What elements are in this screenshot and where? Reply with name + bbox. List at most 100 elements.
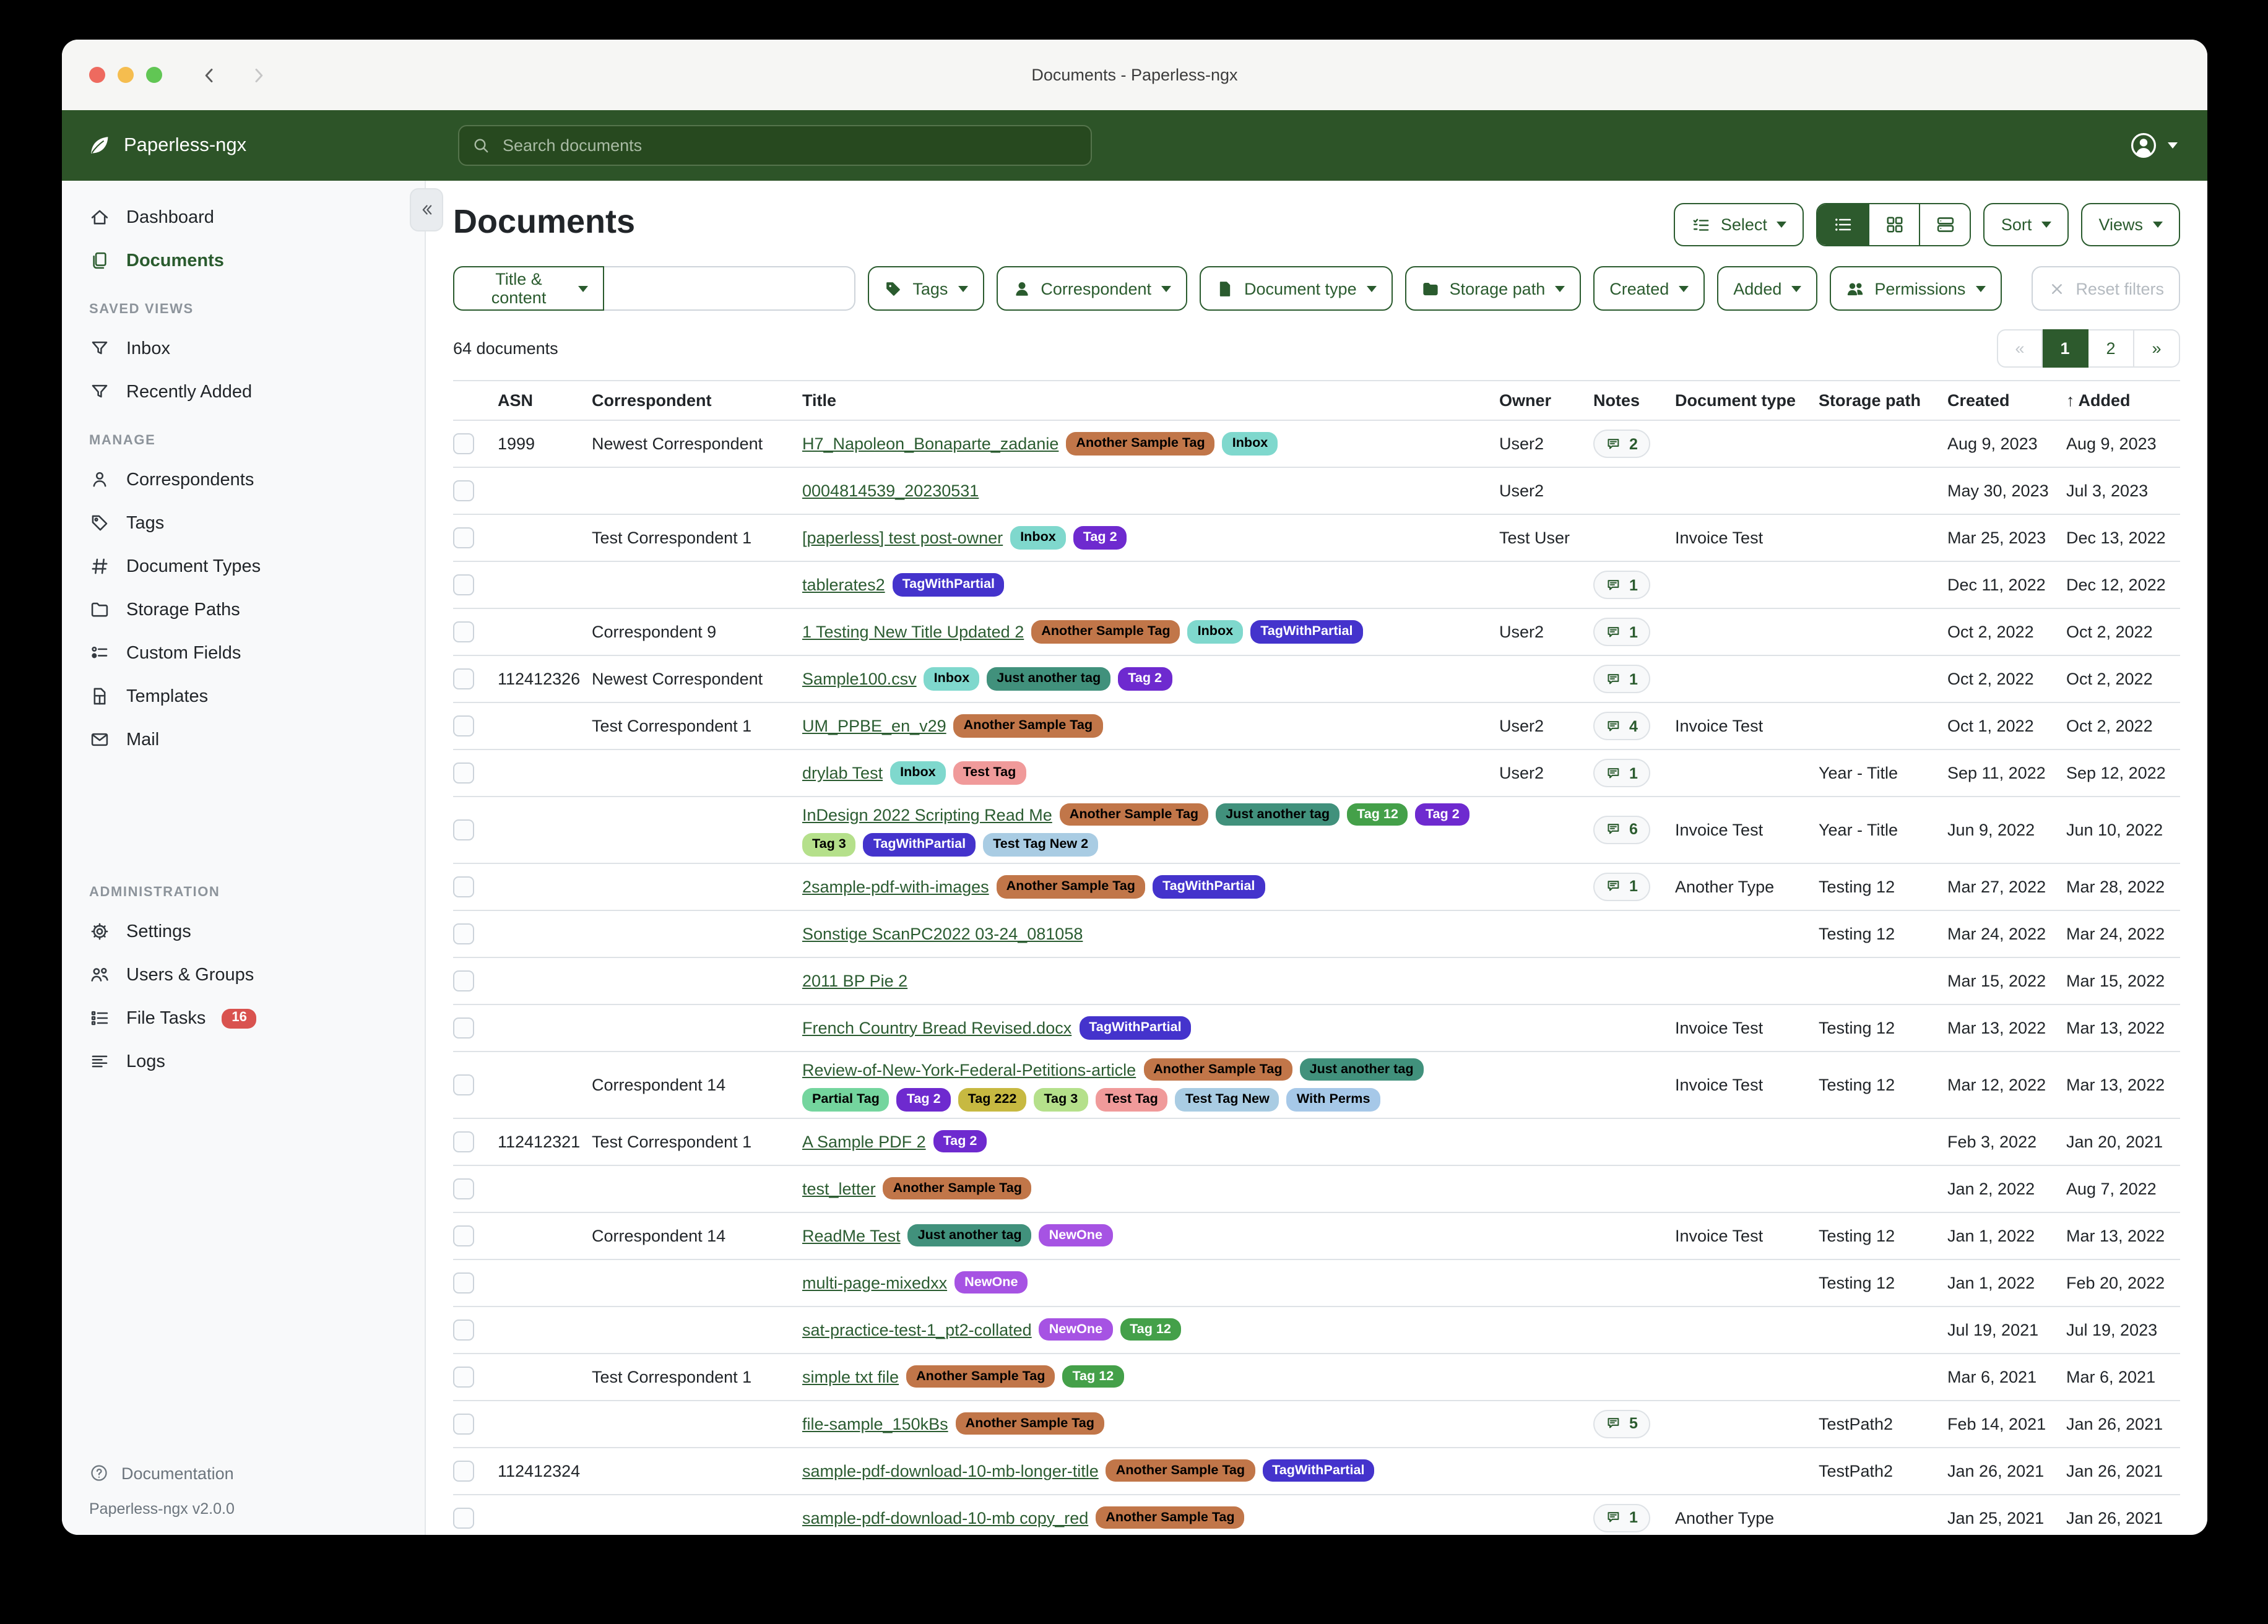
tag-pill[interactable]: Tag 2 bbox=[1416, 803, 1469, 826]
tag-pill[interactable]: Another Sample Tag bbox=[1031, 621, 1180, 644]
notes-badge[interactable]: 4 bbox=[1593, 712, 1650, 740]
row-checkbox[interactable] bbox=[453, 1413, 474, 1434]
sidebar-item-users-groups[interactable]: Users & Groups bbox=[62, 953, 425, 996]
document-title-link[interactable]: H7_Napoleon_Bonaparte_zadanie bbox=[802, 434, 1058, 453]
filter-added-button[interactable]: Added bbox=[1717, 266, 1817, 311]
column-header-document-type[interactable]: Document type bbox=[1675, 391, 1819, 410]
document-title-link[interactable]: file-sample_150kBs bbox=[802, 1414, 948, 1433]
brand[interactable]: Paperless-ngx bbox=[62, 133, 426, 158]
views-button[interactable]: Views bbox=[2081, 203, 2180, 246]
tag-pill[interactable]: TagWithPartial bbox=[1079, 1016, 1191, 1039]
row-checkbox[interactable] bbox=[453, 1131, 474, 1152]
tag-pill[interactable]: Another Sample Tag bbox=[1096, 1506, 1244, 1529]
row-checkbox[interactable] bbox=[453, 876, 474, 897]
document-title-link[interactable]: InDesign 2022 Scripting Read Me bbox=[802, 805, 1052, 824]
sidebar-item-file-tasks[interactable]: File Tasks16 bbox=[62, 996, 425, 1040]
filter-tags-button[interactable]: Tags bbox=[868, 266, 984, 311]
row-checkbox[interactable] bbox=[453, 480, 474, 501]
column-header-correspondent[interactable]: Correspondent bbox=[592, 391, 802, 410]
tag-pill[interactable]: Test Tag bbox=[953, 762, 1026, 785]
column-header-added[interactable]: ↑Added bbox=[2066, 391, 2180, 410]
sidebar-item-custom-fields[interactable]: Custom Fields bbox=[62, 631, 425, 675]
tag-pill[interactable]: Another Sample Tag bbox=[1066, 433, 1214, 456]
row-checkbox[interactable] bbox=[453, 1178, 474, 1199]
tag-pill[interactable]: Another Sample Tag bbox=[883, 1177, 1032, 1200]
tag-pill[interactable]: Test Tag New bbox=[1175, 1088, 1279, 1111]
page-2-button[interactable]: 2 bbox=[2088, 329, 2134, 368]
notes-badge[interactable]: 1 bbox=[1593, 873, 1650, 901]
forward-icon[interactable] bbox=[249, 65, 269, 85]
column-header-created[interactable]: Created bbox=[1947, 391, 2066, 410]
sidebar-item-storage-paths[interactable]: Storage Paths bbox=[62, 588, 425, 631]
row-checkbox[interactable] bbox=[453, 1225, 474, 1246]
tag-pill[interactable]: TagWithPartial bbox=[893, 574, 1005, 597]
row-checkbox[interactable] bbox=[453, 1460, 474, 1481]
sort-button[interactable]: Sort bbox=[1984, 203, 2069, 246]
filter-permissions-button[interactable]: Permissions bbox=[1830, 266, 2001, 311]
document-title-link[interactable]: sat-practice-test-1_pt2-collated bbox=[802, 1320, 1032, 1339]
document-title-link[interactable]: tablerates2 bbox=[802, 576, 885, 594]
tag-pill[interactable]: Tag 12 bbox=[1062, 1365, 1123, 1388]
tag-pill[interactable]: Tag 3 bbox=[1034, 1088, 1088, 1111]
column-header-title[interactable]: Title bbox=[802, 391, 1499, 410]
tag-pill[interactable]: Just another tag bbox=[1216, 803, 1340, 826]
tag-pill[interactable]: Tag 3 bbox=[802, 834, 856, 857]
sidebar-item-correspondents[interactable]: Correspondents bbox=[62, 458, 425, 501]
row-checkbox[interactable] bbox=[453, 433, 474, 454]
sidebar-item-documents[interactable]: Documents bbox=[62, 239, 425, 282]
tag-pill[interactable]: TagWithPartial bbox=[863, 834, 976, 857]
tag-pill[interactable]: Another Sample Tag bbox=[906, 1365, 1055, 1388]
tag-pill[interactable]: Tag 2 bbox=[897, 1088, 951, 1111]
notes-badge[interactable]: 6 bbox=[1593, 816, 1650, 844]
grid-view-button[interactable] bbox=[1869, 204, 1920, 245]
sidebar-item-document-types[interactable]: Document Types bbox=[62, 545, 425, 588]
tag-pill[interactable]: Another Sample Tag bbox=[997, 875, 1145, 898]
sidebar-collapse-button[interactable] bbox=[410, 188, 443, 231]
tag-pill[interactable]: Test Tag New 2 bbox=[983, 834, 1098, 857]
filter-correspondent-button[interactable]: Correspondent bbox=[996, 266, 1187, 311]
filter-storage-path-button[interactable]: Storage path bbox=[1405, 266, 1582, 311]
list-view-button[interactable] bbox=[1818, 204, 1869, 245]
filter-document-type-button[interactable]: Document type bbox=[1200, 266, 1393, 311]
select-button[interactable]: Select bbox=[1674, 203, 1804, 246]
tag-pill[interactable]: Another Sample Tag bbox=[954, 715, 1102, 738]
tag-pill[interactable]: Inbox bbox=[1010, 527, 1066, 550]
document-title-link[interactable]: 2sample-pdf-with-images bbox=[802, 878, 989, 896]
notes-badge[interactable]: 5 bbox=[1593, 1409, 1650, 1438]
column-header-owner[interactable]: Owner bbox=[1499, 391, 1593, 410]
document-title-link[interactable]: [paperless] test post-owner bbox=[802, 529, 1003, 547]
sidebar-item-dashboard[interactable]: Dashboard bbox=[62, 196, 425, 239]
document-title-link[interactable]: 1 Testing New Title Updated 2 bbox=[802, 623, 1024, 641]
sidebar-item-templates[interactable]: Templates bbox=[62, 675, 425, 718]
documentation-link[interactable]: Documentation bbox=[89, 1456, 397, 1490]
tag-pill[interactable]: Partial Tag bbox=[802, 1088, 889, 1111]
notes-badge[interactable]: 1 bbox=[1593, 571, 1650, 599]
tag-pill[interactable]: NewOne bbox=[1039, 1318, 1112, 1341]
document-title-link[interactable]: ReadMe Test bbox=[802, 1226, 901, 1245]
close-button[interactable] bbox=[89, 67, 105, 83]
page-1-button[interactable]: 1 bbox=[2043, 329, 2088, 368]
row-checkbox[interactable] bbox=[453, 1017, 474, 1039]
row-checkbox[interactable] bbox=[453, 923, 474, 944]
row-checkbox[interactable] bbox=[453, 1507, 474, 1528]
document-title-link[interactable]: sample-pdf-download-10-mb-longer-title bbox=[802, 1461, 1099, 1480]
sidebar-item-recently-added[interactable]: Recently Added bbox=[62, 370, 425, 413]
filter-created-button[interactable]: Created bbox=[1593, 266, 1705, 311]
tag-pill[interactable]: Another Sample Tag bbox=[1060, 803, 1208, 826]
sidebar-item-mail[interactable]: Mail bbox=[62, 718, 425, 761]
row-checkbox[interactable] bbox=[453, 1074, 474, 1095]
user-menu[interactable] bbox=[2129, 131, 2178, 160]
document-title-link[interactable]: test_letter bbox=[802, 1179, 876, 1198]
column-header-notes[interactable]: Notes bbox=[1593, 391, 1675, 410]
document-title-link[interactable]: A Sample PDF 2 bbox=[802, 1132, 926, 1151]
tag-pill[interactable]: TagWithPartial bbox=[1250, 621, 1362, 644]
document-title-link[interactable]: French Country Bread Revised.docx bbox=[802, 1019, 1071, 1037]
row-checkbox[interactable] bbox=[453, 574, 474, 595]
notes-badge[interactable]: 1 bbox=[1593, 618, 1650, 646]
tag-pill[interactable]: NewOne bbox=[1039, 1224, 1112, 1247]
detail-view-button[interactable] bbox=[1920, 204, 1970, 245]
reset-filters-button[interactable]: Reset filters bbox=[2031, 266, 2180, 311]
document-title-link[interactable]: drylab Test bbox=[802, 764, 883, 782]
tag-pill[interactable]: NewOne bbox=[954, 1271, 1028, 1294]
tag-pill[interactable]: Just another tag bbox=[1300, 1058, 1424, 1081]
